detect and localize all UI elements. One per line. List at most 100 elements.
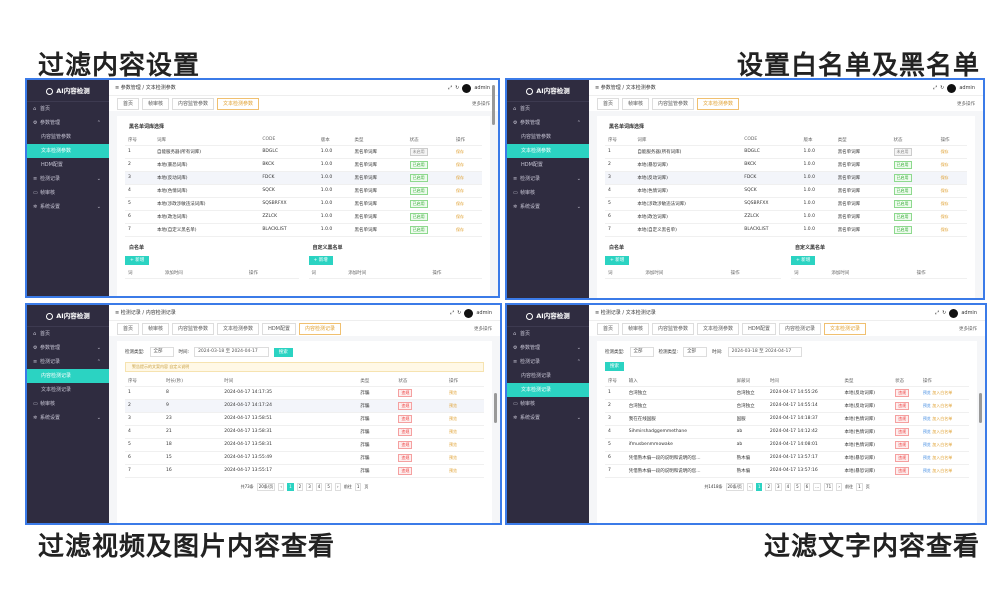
nav-hdm[interactable]: HDM配置: [507, 158, 589, 172]
type-select[interactable]: 全部: [149, 347, 174, 357]
page-button[interactable]: 1: [287, 482, 294, 491]
avatar[interactable]: [464, 308, 474, 318]
username[interactable]: admin: [961, 305, 977, 321]
page-button[interactable]: ...: [813, 482, 822, 491]
status-badge[interactable]: 已启用: [409, 186, 428, 195]
refresh-icon[interactable]: ↻: [455, 80, 459, 96]
fullscreen-icon[interactable]: ⤢: [450, 305, 454, 321]
page-button[interactable]: 3: [306, 482, 313, 491]
next-page-icon[interactable]: ›: [836, 482, 843, 491]
status-badge[interactable]: 已启用: [409, 199, 428, 208]
add-whitelist-button[interactable]: + 新增: [605, 255, 630, 265]
page-button[interactable]: 5: [325, 482, 332, 491]
preview-link[interactable]: 预览: [449, 390, 457, 395]
add-whitelist-link[interactable]: 加入白名单: [932, 429, 952, 434]
save-link[interactable]: 保存: [941, 201, 949, 206]
status-badge[interactable]: 未启用: [893, 147, 912, 156]
nav-system[interactable]: ✲ 系统设置 ⌄: [507, 411, 589, 425]
preview-link[interactable]: 预览: [923, 468, 931, 473]
avatar[interactable]: [947, 83, 957, 93]
more-actions[interactable]: 更多操作: [474, 326, 492, 332]
page-button[interactable]: 5: [794, 482, 801, 491]
nav-params[interactable]: ⚙ 参数管理 ⌄: [507, 341, 589, 355]
add-blacklist-button[interactable]: + 新增: [308, 255, 333, 265]
nav-frame[interactable]: ▭ 帧审核: [27, 397, 109, 411]
preview-link[interactable]: 预览: [449, 442, 457, 447]
add-whitelist-link[interactable]: 加入白名单: [932, 403, 952, 408]
tab-frame[interactable]: 帧审核: [622, 322, 650, 335]
prev-page-icon[interactable]: ‹: [278, 482, 285, 491]
nav-text-params[interactable]: 文本检测参数: [507, 144, 589, 158]
save-link[interactable]: 保存: [456, 227, 464, 232]
tab-home[interactable]: 首页: [117, 322, 140, 335]
status-badge[interactable]: 已启用: [409, 160, 428, 169]
tab-hdm[interactable]: HDM配置: [742, 322, 776, 335]
nav-content-settings[interactable]: 内容监管参数: [507, 130, 589, 144]
tab-content[interactable]: 内容监管参数: [652, 97, 695, 110]
avatar[interactable]: [462, 83, 472, 93]
tab-content-records[interactable]: 内容检测记录: [299, 322, 342, 335]
add-whitelist-link[interactable]: 加入白名单: [932, 468, 952, 473]
page-size-select[interactable]: 20条/页: [725, 482, 744, 491]
search-button[interactable]: 搜索: [273, 347, 293, 357]
date-range-picker[interactable]: 2024-03-18 至 2024-04-17: [727, 347, 803, 357]
add-blacklist-button[interactable]: + 新增: [791, 255, 816, 265]
nav-home[interactable]: ⌂ 首页: [27, 102, 109, 116]
username[interactable]: admin: [959, 80, 975, 96]
preview-link[interactable]: 预览: [449, 455, 457, 460]
page-button[interactable]: 1: [755, 482, 763, 491]
nav-text-records[interactable]: 文本检测记录: [507, 383, 589, 397]
preview-link[interactable]: 预览: [923, 416, 931, 421]
save-link[interactable]: 保存: [456, 175, 464, 180]
add-whitelist-link[interactable]: 加入白名单: [932, 442, 952, 447]
save-link[interactable]: 保存: [941, 175, 949, 180]
nav-frame[interactable]: ▭ 帧审核: [27, 186, 109, 200]
menu-icon[interactable]: ≡: [595, 85, 599, 91]
preview-link[interactable]: 预览: [449, 416, 457, 421]
tab-text[interactable]: 文本检测参数: [697, 97, 740, 110]
preview-link[interactable]: 预览: [449, 403, 457, 408]
nav-home[interactable]: ⌂ 首页: [507, 102, 589, 116]
nav-text-params[interactable]: 文本检测参数: [27, 144, 109, 158]
status-badge[interactable]: 已启用: [409, 173, 428, 182]
refresh-icon[interactable]: ↻: [942, 305, 946, 321]
nav-frame[interactable]: ▭ 帧审核: [507, 397, 589, 411]
nav-records[interactable]: ≡ 检测记录 ⌃: [507, 355, 589, 369]
save-link[interactable]: 保存: [456, 201, 464, 206]
nav-home[interactable]: ⌂ 首页: [27, 327, 109, 341]
add-whitelist-link[interactable]: 加入白名单: [932, 390, 952, 395]
preview-link[interactable]: 预览: [923, 390, 931, 395]
nav-content-records[interactable]: 内容检测记录: [27, 369, 109, 383]
add-whitelist-link[interactable]: 加入白名单: [932, 455, 952, 460]
status-badge[interactable]: 已启用: [409, 212, 428, 221]
date-range-picker[interactable]: 2024-03-18 至 2024-04-17: [194, 347, 269, 357]
nav-content-records[interactable]: 内容检测记录: [507, 369, 589, 383]
tab-text[interactable]: 文本检测参数: [217, 322, 260, 335]
add-whitelist-button[interactable]: + 新增: [125, 255, 150, 265]
fullscreen-icon[interactable]: ⤢: [935, 305, 939, 321]
username[interactable]: admin: [474, 80, 490, 96]
prev-page-icon[interactable]: ‹: [746, 482, 753, 491]
preview-link[interactable]: 预览: [449, 429, 457, 434]
save-link[interactable]: 保存: [941, 162, 949, 167]
avatar[interactable]: [949, 308, 959, 318]
tab-text[interactable]: 文本检测参数: [217, 97, 260, 110]
page-button[interactable]: 4: [784, 482, 792, 491]
tab-content-records[interactable]: 内容检测记录: [779, 322, 822, 335]
preview-link[interactable]: 预览: [923, 455, 931, 460]
tab-home[interactable]: 首页: [597, 97, 620, 110]
tab-frame[interactable]: 帧审核: [142, 322, 170, 335]
tab-frame[interactable]: 帧审核: [142, 97, 170, 110]
save-link[interactable]: 保存: [456, 214, 464, 219]
preview-link[interactable]: 预览: [923, 403, 931, 408]
status-badge[interactable]: 已启用: [893, 173, 912, 182]
tab-text[interactable]: 文本检测参数: [697, 322, 740, 335]
scrollbar[interactable]: [979, 393, 982, 423]
menu-icon[interactable]: ≡: [115, 310, 119, 316]
category-select[interactable]: 全部: [629, 347, 654, 357]
tab-home[interactable]: 首页: [117, 97, 140, 110]
search-button[interactable]: 搜索: [605, 362, 624, 371]
tab-content[interactable]: 内容监管参数: [652, 322, 695, 335]
refresh-icon[interactable]: ↻: [940, 80, 944, 96]
nav-system[interactable]: ✲ 系统设置 ⌄: [507, 200, 589, 214]
